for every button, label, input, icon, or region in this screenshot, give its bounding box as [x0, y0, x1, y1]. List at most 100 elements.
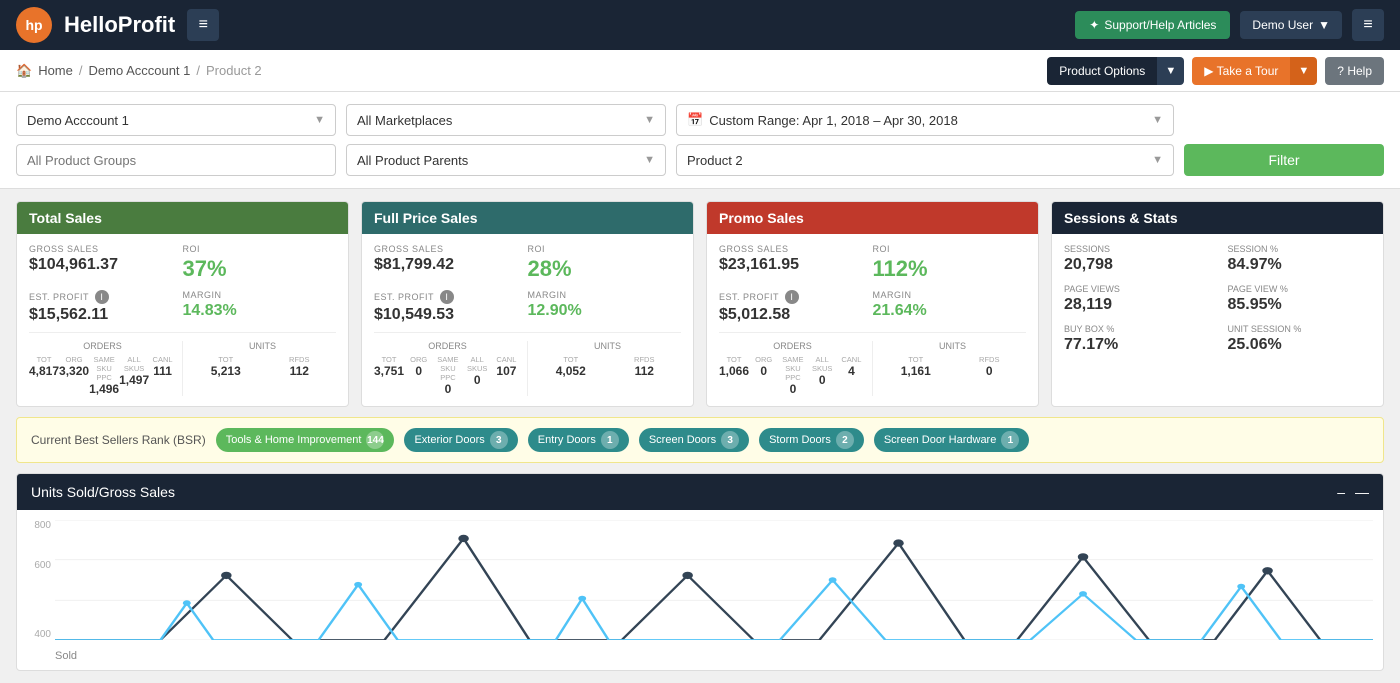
- chart-section: Units Sold/Gross Sales – — 800 600 400: [16, 473, 1384, 671]
- chart-body: 800 600 400: [17, 510, 1383, 670]
- total-sales-header: Total Sales: [17, 202, 348, 234]
- product-options-button[interactable]: Product Options: [1047, 57, 1157, 85]
- bsr-count-entry: 1: [601, 431, 619, 449]
- date-range-select[interactable]: 📅 Custom Range: Apr 1, 2018 – Apr 30, 20…: [676, 104, 1174, 136]
- sessions-stats-body: SESSIONS 20,798 SESSION % 84.97% PAGE VI…: [1052, 234, 1383, 364]
- support-help-button[interactable]: ✦ Support/Help Articles: [1075, 11, 1230, 39]
- take-tour-button[interactable]: ▶ Take a Tour: [1192, 57, 1290, 85]
- bsr-count-exterior: 3: [490, 431, 508, 449]
- bsr-count-screen-hardware: 1: [1001, 431, 1019, 449]
- fp-roi: ROI 28%: [528, 244, 682, 282]
- orders-units-divider: [182, 341, 183, 396]
- page-views: PAGE VIEWS 28,119: [1064, 284, 1208, 314]
- logo-text: HelloProfit: [64, 12, 175, 38]
- support-icon: ✦: [1089, 18, 1099, 32]
- sessions-stats-card: Sessions & Stats SESSIONS 20,798 SESSION…: [1051, 201, 1384, 407]
- breadcrumb-bar: 🏠 Home / Demo Acccount 1 / Product 2 Pro…: [0, 50, 1400, 92]
- promo-gross-sales: GROSS SALES $23,161.95: [719, 244, 873, 282]
- product-select-arrow: ▼: [1152, 154, 1163, 166]
- help-button[interactable]: ? Help: [1325, 57, 1384, 85]
- product-options-arrow-button[interactable]: ▼: [1157, 57, 1184, 85]
- full-price-sales-body: GROSS SALES $81,799.42 ROI 28% EST. PROF…: [362, 234, 693, 406]
- logo-icon: hp: [16, 7, 52, 43]
- total-sales-gross-roi-row: GROSS SALES $104,961.37 ROI 37%: [29, 244, 336, 282]
- chart-svg-area: [55, 520, 1373, 640]
- bsr-label: Current Best Sellers Rank (BSR): [31, 433, 206, 447]
- unit-session-pct: UNIT SESSION % 25.06%: [1228, 324, 1372, 354]
- chart-svg: [55, 520, 1373, 640]
- account-select[interactable]: Demo Acccount 1 ▼: [16, 104, 336, 136]
- top-nav-right: ✦ Support/Help Articles Demo User ▼ ≡: [1075, 9, 1384, 41]
- marketplaces-select-arrow: ▼: [644, 114, 655, 126]
- dropdown-arrow-icon: ▼: [1318, 18, 1330, 32]
- demo-user-button[interactable]: Demo User ▼: [1240, 11, 1342, 39]
- chart-x-label: Sold: [55, 650, 77, 662]
- chart-header: Units Sold/Gross Sales – —: [17, 474, 1383, 510]
- full-price-sales-card: Full Price Sales GROSS SALES $81,799.42 …: [361, 201, 694, 407]
- filters-bar: Demo Acccount 1 ▼ All Marketplaces ▼ 📅 C…: [0, 92, 1400, 189]
- product-parents-select[interactable]: All Product Parents ▼: [346, 144, 666, 176]
- est-profit-info-icon[interactable]: i: [95, 290, 109, 304]
- breadcrumb-account[interactable]: Demo Acccount 1: [89, 63, 191, 78]
- home-icon: 🏠: [16, 63, 32, 79]
- fp-profit-info-icon[interactable]: i: [440, 290, 454, 304]
- account-select-arrow: ▼: [314, 114, 325, 126]
- bsr-tag-screen[interactable]: Screen Doors 3: [639, 428, 749, 452]
- top-nav-left: hp HelloProfit ≡: [16, 7, 219, 43]
- total-sales-profit-margin-row: EST. PROFIT i $15,562.11 MARGIN 14.83%: [29, 290, 336, 324]
- promo-profit-info-icon[interactable]: i: [785, 290, 799, 304]
- calendar-icon: 📅: [687, 112, 703, 128]
- stats-row: Total Sales GROSS SALES $104,961.37 ROI …: [16, 201, 1384, 407]
- sessions-stats-header: Sessions & Stats: [1052, 202, 1383, 234]
- bsr-tag-storm[interactable]: Storm Doors 2: [759, 428, 864, 452]
- total-est-profit: EST. PROFIT i $15,562.11: [29, 290, 183, 324]
- product-groups-input[interactable]: [16, 144, 336, 176]
- top-nav: hp HelloProfit ≡ ✦ Support/Help Articles…: [0, 0, 1400, 50]
- bsr-count-tools: 144: [366, 431, 384, 449]
- menu-dots-button[interactable]: ≡: [1352, 9, 1384, 41]
- take-tour-arrow-button[interactable]: ▼: [1290, 57, 1317, 85]
- chart-collapse-button[interactable]: –: [1337, 484, 1345, 500]
- product-parents-arrow: ▼: [644, 154, 655, 166]
- main-content: Total Sales GROSS SALES $104,961.37 ROI …: [0, 189, 1400, 683]
- marketplaces-select[interactable]: All Marketplaces ▼: [346, 104, 666, 136]
- sessions-count: SESSIONS 20,798: [1064, 244, 1208, 274]
- chart-title: Units Sold/Gross Sales: [31, 484, 175, 500]
- promo-sales-card: Promo Sales GROSS SALES $23,161.95 ROI 1…: [706, 201, 1039, 407]
- full-price-sales-header: Full Price Sales: [362, 202, 693, 234]
- page-view-pct: PAGE VIEW % 85.95%: [1228, 284, 1372, 314]
- bsr-tag-screen-hardware[interactable]: Screen Door Hardware 1: [874, 428, 1030, 452]
- total-orders-block: ORDERS TOT 4,817 ORG 3,320 SAME: [29, 341, 176, 396]
- total-sales-body: GROSS SALES $104,961.37 ROI 37% EST. PRO…: [17, 234, 348, 406]
- fp-margin: MARGIN 12.90%: [528, 290, 682, 324]
- promo-orders-units: ORDERS TOT1,066 ORG0 SAME SKU PPC0 ALL S…: [719, 332, 1026, 396]
- hamburger-button[interactable]: ≡: [187, 9, 219, 41]
- bsr-bar: Current Best Sellers Rank (BSR) Tools & …: [16, 417, 1384, 463]
- chart-minimize-button[interactable]: —: [1355, 484, 1369, 500]
- breadcrumb-actions: Product Options ▼ ▶ Take a Tour ▼ ? Help: [1047, 57, 1384, 85]
- buy-box-pct: BUY BOX % 77.17%: [1064, 324, 1208, 354]
- tour-icon: ▶: [1204, 64, 1213, 78]
- filters-row-1: Demo Acccount 1 ▼ All Marketplaces ▼ 📅 C…: [16, 104, 1384, 136]
- bsr-tag-entry[interactable]: Entry Doors 1: [528, 428, 629, 452]
- product-options-btn-group: Product Options ▼: [1047, 57, 1184, 85]
- breadcrumb-home[interactable]: Home: [38, 63, 73, 78]
- total-sales-card: Total Sales GROSS SALES $104,961.37 ROI …: [16, 201, 349, 407]
- total-units-block: UNITS TOT 5,213 RFDS 112: [189, 341, 336, 396]
- bsr-tag-exterior[interactable]: Exterior Doors 3: [404, 428, 517, 452]
- fp-orders-units: ORDERS TOT3,751 ORG0 SAME SKU PPC0 ALL S…: [374, 332, 681, 396]
- product-select[interactable]: Product 2 ▼: [676, 144, 1174, 176]
- filter-button[interactable]: Filter: [1184, 144, 1384, 176]
- bsr-count-storm: 2: [836, 431, 854, 449]
- total-margin: MARGIN 14.83%: [183, 290, 337, 324]
- bsr-count-screen: 3: [721, 431, 739, 449]
- bsr-tag-tools[interactable]: Tools & Home Improvement 144: [216, 428, 395, 452]
- promo-margin: MARGIN 21.64%: [873, 290, 1027, 324]
- help-icon: ?: [1337, 64, 1344, 78]
- chart-y-axis: 800 600 400: [21, 520, 51, 640]
- sessions-grid: SESSIONS 20,798 SESSION % 84.97% PAGE VI…: [1064, 244, 1371, 354]
- promo-sales-body: GROSS SALES $23,161.95 ROI 112% EST. PRO…: [707, 234, 1038, 406]
- promo-sales-header: Promo Sales: [707, 202, 1038, 234]
- total-roi: ROI 37%: [183, 244, 337, 282]
- hamburger-icon: ≡: [199, 16, 208, 34]
